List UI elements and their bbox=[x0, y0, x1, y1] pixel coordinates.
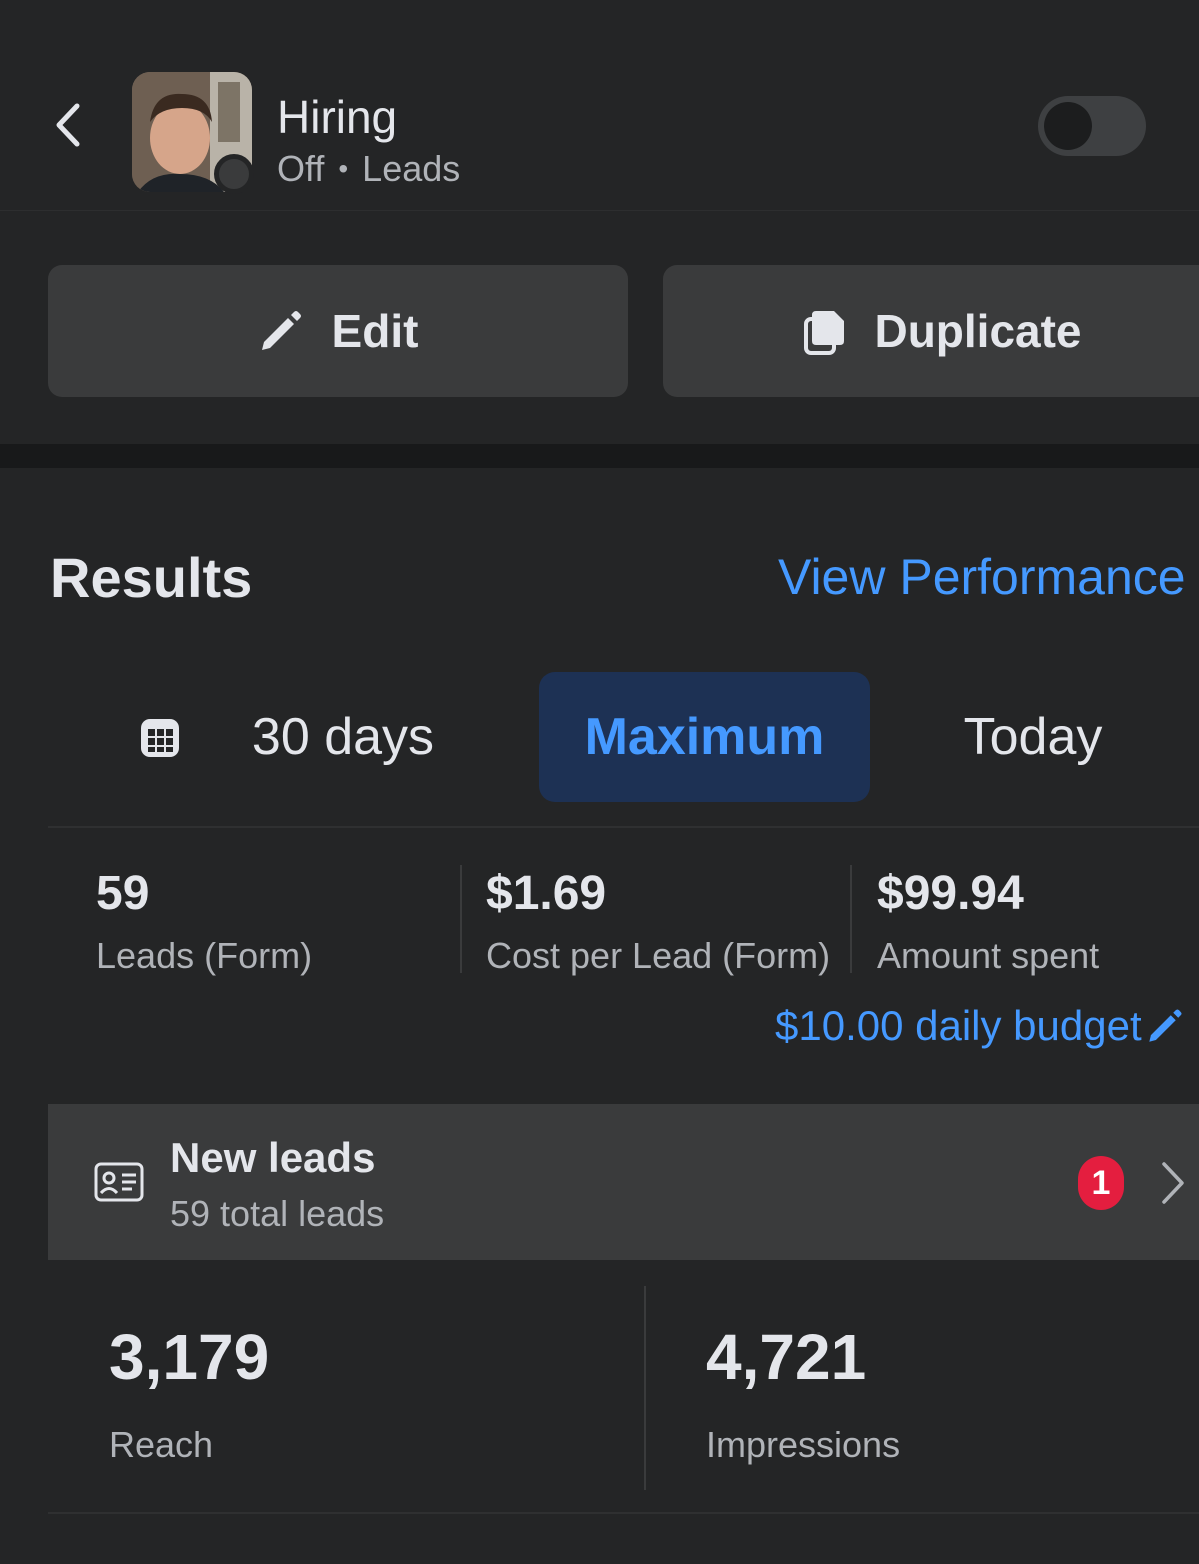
period-30-days[interactable]: 30 days bbox=[198, 672, 488, 802]
metric-label: Cost per Lead (Form) bbox=[486, 935, 831, 976]
chevron-right-icon bbox=[1162, 1162, 1184, 1204]
metric-value: 59 bbox=[96, 867, 150, 920]
metric-leads: 59 Leads (Form) bbox=[96, 866, 312, 977]
results-title: Results bbox=[50, 546, 253, 609]
edit-button[interactable]: Edit bbox=[48, 265, 628, 397]
pencil-icon bbox=[261, 311, 301, 350]
section-divider bbox=[0, 444, 1199, 468]
results-card: 30 days Maximum Today 59 Leads (Form) $1… bbox=[48, 648, 1199, 1564]
copy-icon bbox=[804, 311, 845, 355]
daily-budget-link[interactable]: $10.00 daily budget bbox=[775, 1002, 1184, 1050]
metric-value: $1.69 bbox=[486, 867, 607, 920]
campaign-toggle[interactable] bbox=[1038, 96, 1146, 156]
stat-impressions: 4,721 Impressions bbox=[706, 1320, 900, 1466]
stat-reach: 3,179 Reach bbox=[109, 1320, 269, 1466]
metric-divider bbox=[850, 865, 852, 973]
period-selector: 30 days Maximum Today bbox=[48, 648, 1199, 828]
campaign-subtitle: Off • Leads bbox=[277, 148, 460, 190]
period-today[interactable]: Today bbox=[928, 672, 1138, 802]
stat-value: 4,721 bbox=[706, 1321, 867, 1393]
status-indicator bbox=[214, 154, 254, 194]
metric-label: Leads (Form) bbox=[96, 935, 313, 976]
stat-divider bbox=[644, 1286, 646, 1490]
metrics-row: 59 Leads (Form) $1.69 Cost per Lead (For… bbox=[48, 830, 1199, 1005]
view-performance-link[interactable]: View Performance bbox=[778, 548, 1186, 606]
duplicate-button[interactable]: Duplicate bbox=[663, 265, 1199, 397]
stat-label: Impressions bbox=[706, 1424, 901, 1465]
notification-badge: 1 bbox=[1078, 1156, 1124, 1210]
reach-stats: 3,179 Reach 4,721 Impressions bbox=[48, 1260, 1199, 1514]
metric-divider bbox=[460, 865, 462, 973]
campaign-status: Off bbox=[277, 148, 325, 189]
metric-label: Amount spent bbox=[877, 935, 1100, 976]
stat-value: 3,179 bbox=[109, 1321, 270, 1393]
chevron-left-icon bbox=[56, 103, 80, 147]
new-leads-title: New leads bbox=[170, 1134, 376, 1181]
back-button[interactable] bbox=[48, 100, 88, 150]
campaign-title: Hiring bbox=[277, 91, 398, 143]
new-leads-subtitle: 59 total leads bbox=[170, 1193, 385, 1234]
period-maximum[interactable]: Maximum bbox=[539, 672, 870, 802]
toggle-knob bbox=[1044, 102, 1092, 150]
duplicate-label: Duplicate bbox=[874, 305, 1082, 357]
metric-value: $99.94 bbox=[877, 867, 1024, 920]
pencil-icon bbox=[1148, 1009, 1182, 1042]
campaign-header: Hiring Off • Leads bbox=[0, 0, 1199, 210]
subtitle-separator: • bbox=[338, 153, 349, 184]
edit-label: Edit bbox=[331, 305, 419, 357]
metric-amount-spent: $99.94 Amount spent bbox=[877, 866, 1099, 977]
daily-budget-label: $10.00 daily budget bbox=[775, 1002, 1142, 1049]
campaign-objective: Leads bbox=[362, 148, 461, 189]
action-bar: Edit Duplicate bbox=[0, 210, 1199, 444]
stat-label: Reach bbox=[109, 1424, 214, 1465]
metric-cost-per-lead: $1.69 Cost per Lead (Form) bbox=[486, 866, 830, 977]
new-leads-row[interactable]: New leads 59 total leads 1 bbox=[48, 1104, 1199, 1260]
calendar-icon[interactable] bbox=[138, 716, 182, 760]
id-card-icon bbox=[94, 1162, 144, 1202]
